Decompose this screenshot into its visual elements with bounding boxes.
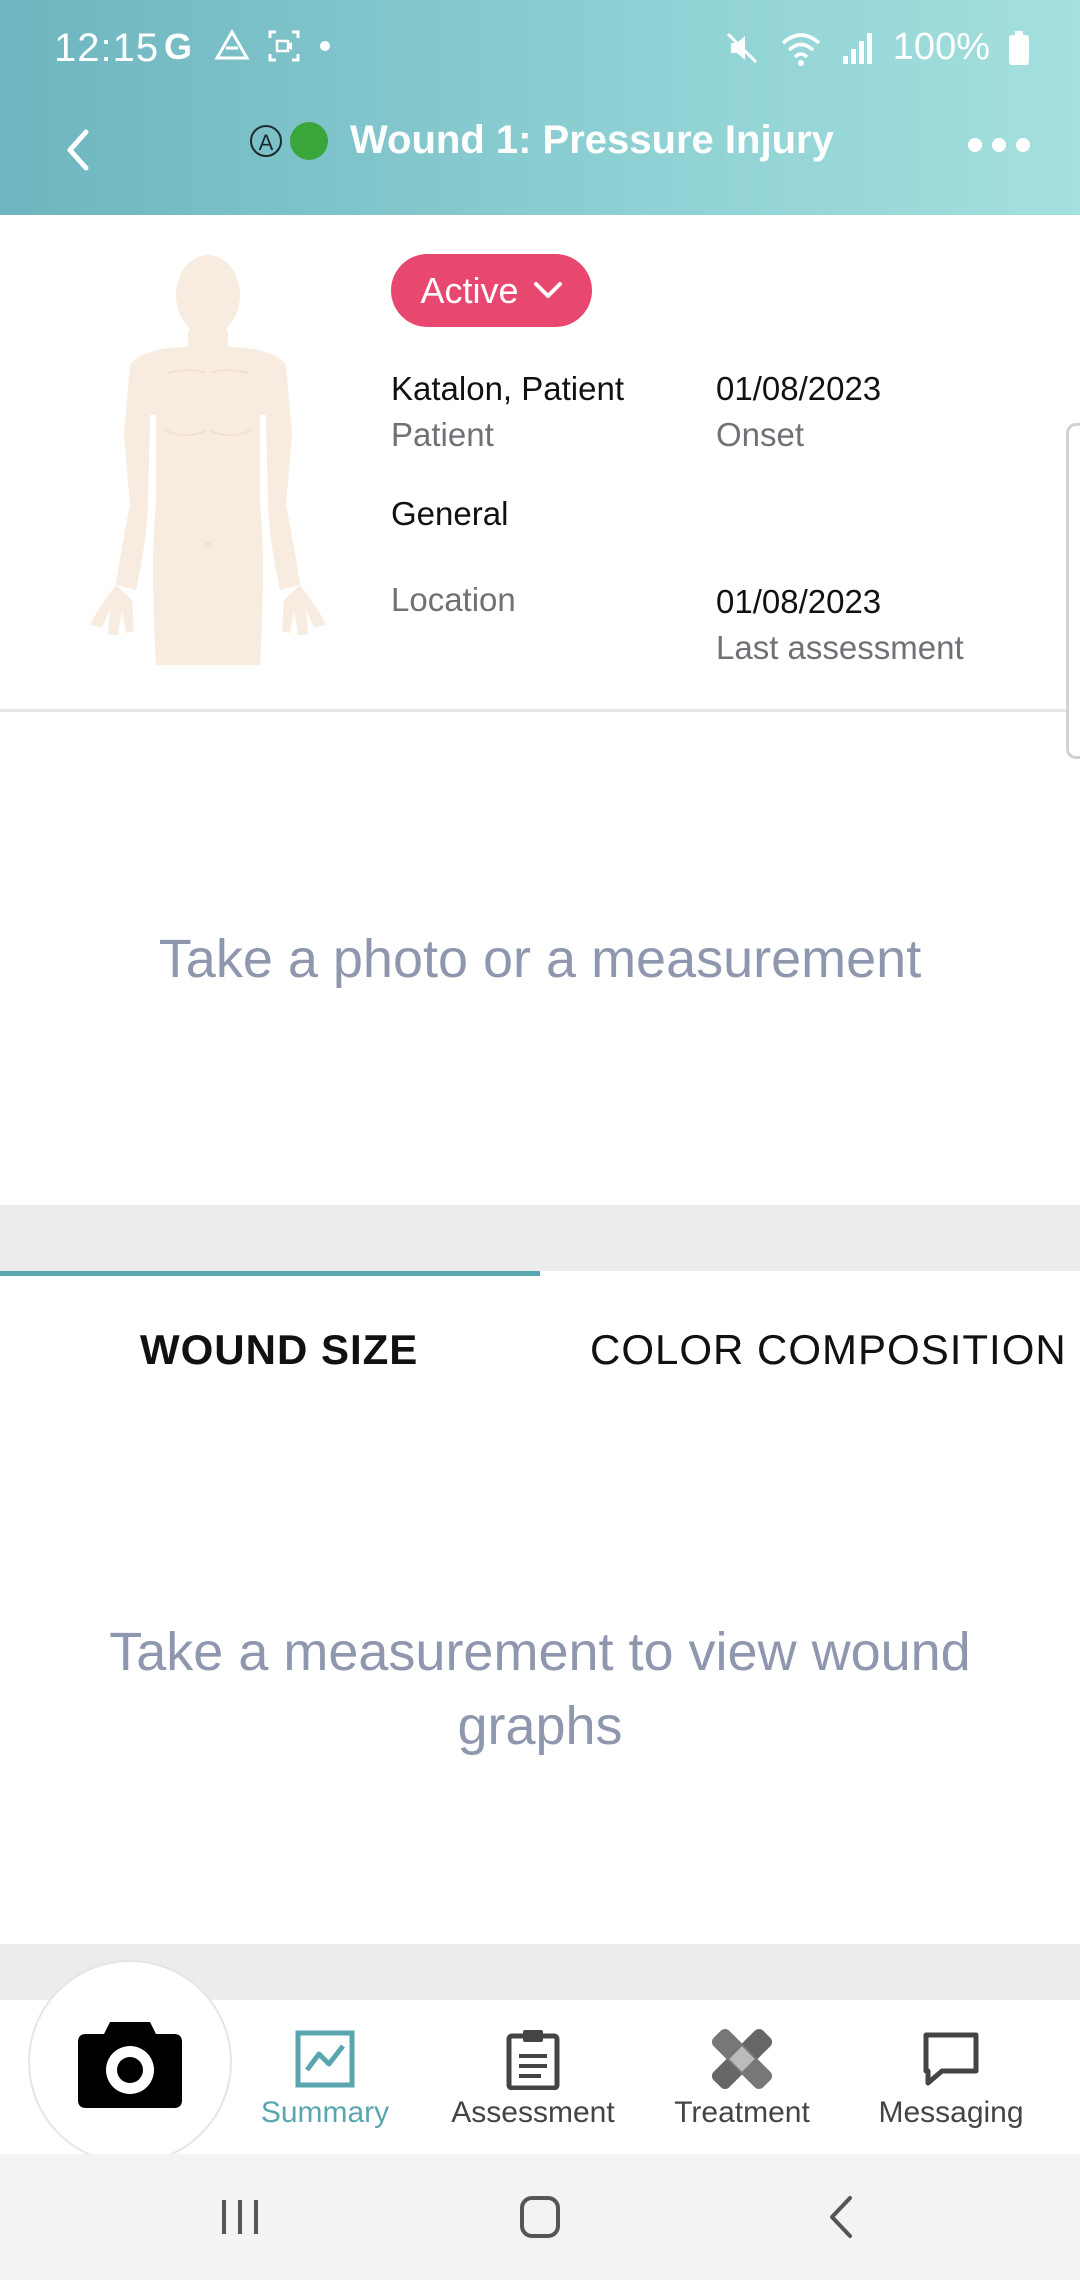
location-value: General	[391, 495, 509, 532]
nav-treatment-label: Treatment	[674, 2096, 810, 2129]
nav-messaging[interactable]: Messaging	[851, 2028, 1051, 2130]
graph-tabs: WOUND SIZE COLOR COMPOSITION	[0, 1271, 1080, 1391]
chat-icon	[923, 2032, 979, 2086]
mute-icon	[726, 32, 757, 63]
google-icon: G	[164, 28, 192, 64]
svg-text:G: G	[164, 28, 192, 64]
status-bar: 12:15 G 100%	[0, 0, 1080, 100]
location-field: General Location	[391, 495, 516, 619]
camera-icon	[78, 2022, 182, 2108]
nav-summary-label: Summary	[260, 2096, 390, 2129]
tab-wound-size[interactable]: WOUND SIZE	[140, 1326, 418, 1374]
nav-summary[interactable]: Summary	[225, 2028, 425, 2130]
recent-apps-icon[interactable]	[210, 2192, 270, 2242]
system-back-icon[interactable]	[812, 2192, 872, 2242]
photo-prompt: Take a photo or a measurement	[158, 928, 922, 989]
status-dropdown-label: Active	[420, 269, 519, 311]
clipboard-icon	[506, 2030, 560, 2090]
body-map-figure[interactable]	[60, 255, 360, 665]
side-drawer-handle[interactable]	[1066, 423, 1080, 759]
patient-label: Patient	[391, 416, 494, 453]
signal-icon	[842, 32, 872, 64]
drive-icon	[214, 28, 250, 60]
nav-messaging-label: Messaging	[878, 2096, 1024, 2129]
section-divider	[0, 1205, 1080, 1271]
page-title: Wound 1: Pressure Injury	[350, 118, 834, 162]
wound-info-section: Active Katalon, Patient Patient 01/08/20…	[0, 215, 1080, 712]
active-tab-indicator	[0, 1271, 540, 1276]
last-assessment-value: 01/08/2023	[716, 583, 882, 620]
nav-assessment[interactable]: Assessment	[433, 2028, 633, 2130]
location-label: Location	[391, 581, 516, 618]
status-time: 12:15	[54, 26, 160, 70]
tab-color-composition[interactable]: COLOR COMPOSITION	[590, 1326, 1067, 1374]
header-title-group: A Wound 1: Pressure Injury	[250, 118, 834, 163]
system-navigation-bar	[0, 2154, 1080, 2280]
battery-icon	[1009, 30, 1029, 65]
nav-treatment[interactable]: Treatment	[642, 2028, 842, 2130]
status-dropdown-button[interactable]: Active	[391, 254, 592, 327]
chart-icon	[295, 2030, 355, 2088]
screen-recorder-icon	[268, 30, 300, 62]
onset-field: 01/08/2023 Onset	[716, 370, 881, 454]
auto-badge-icon: A	[250, 124, 282, 157]
more-options-icon[interactable]	[968, 138, 1030, 152]
status-dot	[290, 121, 328, 160]
bandage-icon	[711, 2028, 773, 2090]
onset-value: 01/08/2023	[716, 370, 882, 407]
header-nav-row: A Wound 1: Pressure Injury	[0, 110, 1080, 190]
bottom-navigation: Summary Assessment Treatment Messaging	[0, 1960, 1080, 2164]
last-assessment-field: 01/08/2023 Last assessment	[716, 583, 964, 667]
status-left-icons: G	[162, 28, 332, 64]
nav-assessment-label: Assessment	[451, 2096, 615, 2129]
onset-label: Onset	[716, 416, 805, 453]
graph-empty-message: Take a measurement to view wound graphs	[109, 1622, 971, 1756]
notification-dot-icon	[320, 41, 330, 51]
last-assessment-label: Last assessment	[716, 629, 964, 666]
app-header: 12:15 G 100% A Wound 1: Pressure Injury	[0, 0, 1080, 215]
camera-button[interactable]	[28, 1960, 232, 2164]
home-icon[interactable]	[510, 2192, 570, 2242]
back-button[interactable]	[50, 120, 110, 180]
wifi-icon	[781, 32, 820, 66]
battery-percent: 100%	[892, 26, 990, 68]
patient-field: Katalon, Patient Patient	[391, 370, 624, 454]
chevron-down-icon	[533, 281, 562, 298]
patient-value: Katalon, Patient	[391, 370, 624, 407]
status-right-icons: 100%	[723, 26, 1030, 69]
